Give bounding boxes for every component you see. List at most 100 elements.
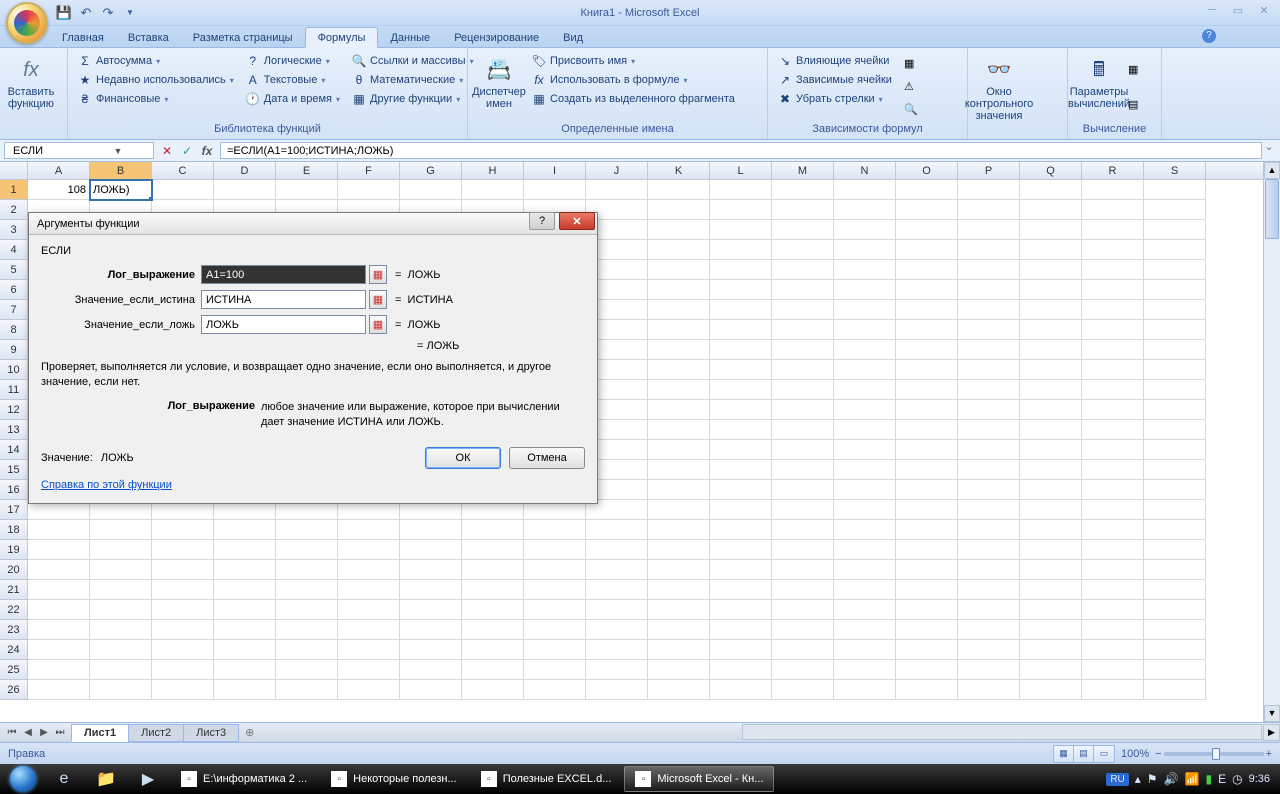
use-in-formula-button[interactable]: fxИспользовать в формуле: [528, 71, 739, 89]
row-header[interactable]: 5: [0, 260, 28, 280]
datetime-button[interactable]: 🕐Дата и время: [242, 90, 344, 108]
cell[interactable]: [28, 620, 90, 640]
calc-now-icon[interactable]: ▦: [1128, 63, 1138, 76]
cell[interactable]: [462, 660, 524, 680]
cell[interactable]: [834, 580, 896, 600]
cell[interactable]: [648, 340, 710, 360]
tray-time[interactable]: 9:36: [1249, 773, 1270, 785]
cell[interactable]: [834, 180, 896, 200]
horizontal-scrollbar[interactable]: [742, 724, 1262, 740]
cell[interactable]: [1082, 540, 1144, 560]
cell[interactable]: [648, 660, 710, 680]
cell[interactable]: [586, 660, 648, 680]
column-header[interactable]: L: [710, 162, 772, 179]
cell[interactable]: [1020, 680, 1082, 700]
cell[interactable]: [524, 560, 586, 580]
cell[interactable]: [834, 420, 896, 440]
cell[interactable]: [958, 200, 1020, 220]
cell[interactable]: [648, 460, 710, 480]
tray-app-icon[interactable]: E: [1218, 772, 1226, 786]
cell[interactable]: [214, 180, 276, 200]
cell[interactable]: [648, 440, 710, 460]
cell[interactable]: [648, 200, 710, 220]
cell[interactable]: [958, 580, 1020, 600]
column-header[interactable]: D: [214, 162, 276, 179]
cell[interactable]: [338, 540, 400, 560]
cell[interactable]: [1082, 360, 1144, 380]
cell[interactable]: [772, 320, 834, 340]
cell[interactable]: [1020, 400, 1082, 420]
cell[interactable]: [524, 680, 586, 700]
cell[interactable]: [214, 680, 276, 700]
help-icon[interactable]: ?: [1202, 29, 1216, 43]
cell[interactable]: [648, 580, 710, 600]
fx-button-icon[interactable]: fx: [198, 144, 216, 158]
cell[interactable]: [1144, 420, 1206, 440]
cell[interactable]: [710, 220, 772, 240]
tray-clock-icon[interactable]: ◷: [1232, 772, 1242, 786]
cell[interactable]: [1082, 460, 1144, 480]
cell[interactable]: [1082, 320, 1144, 340]
cell[interactable]: [1144, 380, 1206, 400]
cell[interactable]: [834, 560, 896, 580]
cell[interactable]: [1020, 180, 1082, 200]
cell[interactable]: [648, 180, 710, 200]
cell[interactable]: [400, 580, 462, 600]
name-box[interactable]: ЕСЛИ ▼: [4, 142, 154, 159]
cell[interactable]: [1144, 460, 1206, 480]
cell[interactable]: [710, 280, 772, 300]
cell[interactable]: [1082, 680, 1144, 700]
pinned-explorer-icon[interactable]: 📁: [86, 765, 126, 793]
cell[interactable]: [896, 260, 958, 280]
cell[interactable]: [772, 520, 834, 540]
row-header[interactable]: 21: [0, 580, 28, 600]
cell[interactable]: [462, 580, 524, 600]
cell[interactable]: [648, 560, 710, 580]
cell[interactable]: [90, 520, 152, 540]
cell[interactable]: [28, 540, 90, 560]
cell[interactable]: [958, 420, 1020, 440]
cell[interactable]: [958, 320, 1020, 340]
cell[interactable]: [1082, 440, 1144, 460]
cell[interactable]: [958, 340, 1020, 360]
cell[interactable]: [1144, 620, 1206, 640]
cell[interactable]: [28, 660, 90, 680]
cell[interactable]: [958, 180, 1020, 200]
cell[interactable]: [400, 660, 462, 680]
page-layout-icon[interactable]: ▤: [1074, 746, 1094, 762]
cell[interactable]: [834, 460, 896, 480]
cell[interactable]: [1020, 440, 1082, 460]
cell[interactable]: [1144, 440, 1206, 460]
cell[interactable]: [1082, 600, 1144, 620]
insert-function-button[interactable]: fx Вставить функцию: [6, 52, 56, 137]
cell[interactable]: [710, 500, 772, 520]
cell[interactable]: [710, 660, 772, 680]
define-name-button[interactable]: 🏷Присвоить имя: [528, 52, 739, 70]
column-header[interactable]: C: [152, 162, 214, 179]
sheet-tab[interactable]: Лист2: [128, 724, 184, 742]
cell[interactable]: [1082, 520, 1144, 540]
cell[interactable]: [710, 300, 772, 320]
cell[interactable]: [1020, 220, 1082, 240]
undo-icon[interactable]: ↶: [78, 5, 94, 21]
cell[interactable]: [834, 660, 896, 680]
cell[interactable]: [710, 580, 772, 600]
cell[interactable]: [90, 640, 152, 660]
cell[interactable]: [896, 480, 958, 500]
cell[interactable]: [896, 380, 958, 400]
calc-sheet-icon[interactable]: ▤: [1128, 98, 1138, 111]
cell[interactable]: [896, 460, 958, 480]
cell[interactable]: [214, 540, 276, 560]
cell[interactable]: [1020, 660, 1082, 680]
column-header[interactable]: A: [28, 162, 90, 179]
cell[interactable]: [772, 280, 834, 300]
cell[interactable]: [524, 540, 586, 560]
cell[interactable]: [772, 220, 834, 240]
cell[interactable]: [896, 660, 958, 680]
cell[interactable]: [772, 200, 834, 220]
add-sheet-icon[interactable]: ⊕: [239, 724, 260, 741]
cell[interactable]: [90, 620, 152, 640]
cell[interactable]: [896, 200, 958, 220]
cell[interactable]: [1144, 600, 1206, 620]
cell[interactable]: [214, 600, 276, 620]
